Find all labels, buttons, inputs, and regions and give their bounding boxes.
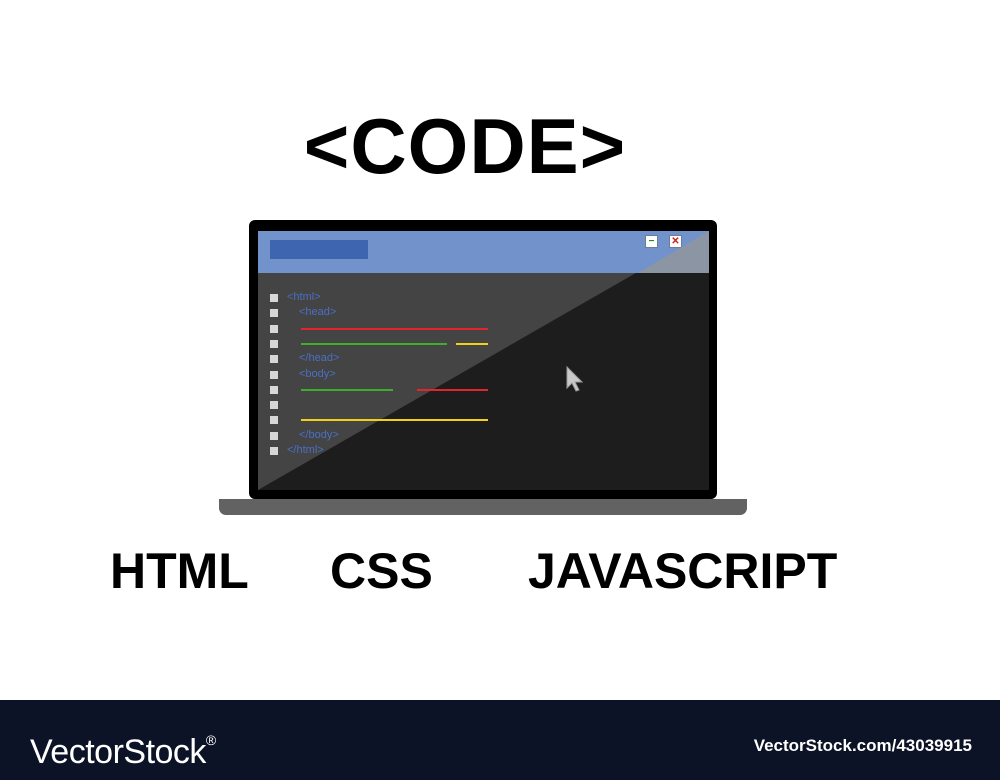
titlebar-glare	[638, 231, 709, 273]
code-bar	[416, 388, 488, 391]
code-tag: <head>	[299, 306, 337, 319]
code-line	[270, 323, 700, 335]
code-line: <html>	[270, 291, 700, 304]
laptop-screen: − ✕ <html> <head> </head> <body> </body> </ht…	[258, 231, 709, 490]
headline-code: <CODE>	[303, 102, 627, 190]
code-bar	[456, 342, 488, 345]
code-line	[270, 384, 700, 396]
laptop-bezel: − ✕ <html> <head> </head> <body> </body> </ht…	[249, 220, 717, 499]
line-marker	[270, 370, 278, 379]
label-javascript: JAVASCRIPT	[528, 543, 838, 599]
code-bar	[301, 327, 488, 330]
mouse-pointer-icon	[566, 365, 584, 392]
registered-mark: ®	[205, 732, 216, 748]
laptop: − ✕ <html> <head> </head> <body> </body> </ht…	[249, 220, 717, 499]
line-marker	[270, 431, 278, 440]
code-tag: </body>	[299, 428, 339, 441]
label-css: CSS	[330, 543, 433, 599]
code-bar	[301, 419, 488, 422]
code-line	[270, 414, 700, 426]
line-marker	[270, 385, 278, 394]
code-tag: <body>	[299, 367, 336, 380]
code-line: <body>	[270, 367, 700, 381]
window-titlebar: − ✕	[258, 231, 709, 273]
watermark-footer: VectorStock® VectorStock.com/43039915	[0, 700, 1000, 780]
code-tag: <html>	[287, 291, 321, 303]
code-line: <head>	[270, 306, 700, 319]
code-bar	[301, 388, 393, 391]
code-tag: </html>	[287, 444, 324, 456]
code-bar	[301, 342, 447, 345]
line-marker	[270, 416, 278, 425]
line-marker	[270, 447, 278, 455]
brand-logo: VectorStock®	[30, 720, 216, 772]
brand-name: VectorStock	[30, 733, 206, 771]
label-html: HTML	[110, 543, 249, 599]
line-marker	[270, 324, 278, 333]
line-marker	[270, 401, 278, 410]
line-marker	[270, 294, 278, 302]
line-marker	[270, 355, 278, 364]
code-line	[270, 399, 700, 411]
code-line	[270, 338, 700, 350]
laptop-base	[219, 499, 747, 515]
line-marker	[270, 339, 278, 348]
asset-id: VectorStock.com/43039915	[753, 736, 972, 755]
code-tag: </head>	[299, 352, 340, 365]
code-line: </html>	[270, 444, 700, 457]
line-marker	[270, 309, 278, 318]
code-line: </body>	[270, 428, 700, 442]
code-line: </head>	[270, 352, 700, 365]
